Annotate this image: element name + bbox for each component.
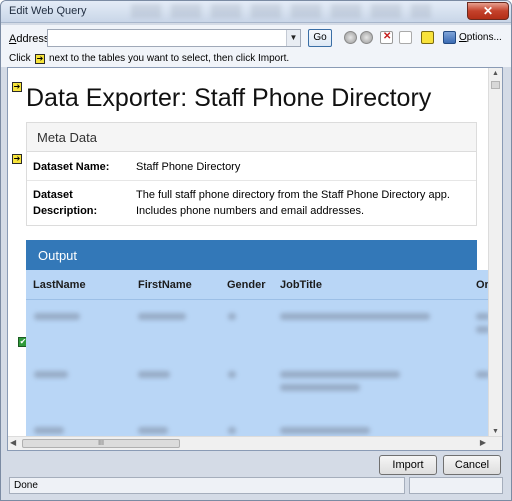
meta-value: Staff Phone Directory: [136, 161, 241, 173]
go-button[interactable]: Go: [308, 29, 332, 47]
options-icon[interactable]: [443, 31, 456, 44]
hint-click-label: Click: [9, 53, 31, 64]
vertical-scrollbar[interactable]: ▲ ▼: [488, 68, 502, 438]
address-dropdown-icon[interactable]: ▼: [286, 30, 300, 46]
window-title: Edit Web Query: [9, 5, 87, 17]
back-icon[interactable]: [344, 31, 357, 44]
meta-data-panel: Meta Data Dataset Name: Staff Phone Dire…: [26, 122, 477, 226]
vertical-scroll-thumb[interactable]: [491, 81, 500, 89]
scroll-left-icon[interactable]: ◀: [10, 438, 16, 447]
hint-text: next to the tables you want to select, t…: [49, 53, 290, 64]
status-main: Done: [9, 477, 405, 494]
column-header: Gender: [227, 279, 266, 291]
table-row: [26, 362, 490, 402]
column-header: JobTitle: [280, 279, 322, 291]
meta-value: The full staff phone directory from the …: [136, 189, 450, 217]
table-row: [26, 304, 490, 344]
table-arrow-icon: ➔: [35, 54, 45, 64]
meta-data-heading: Meta Data: [27, 123, 476, 152]
refresh-page-icon[interactable]: [399, 31, 412, 44]
stop-icon[interactable]: [380, 31, 393, 44]
meta-table-select-arrow-icon[interactable]: ➔: [12, 154, 22, 164]
table-row: [26, 418, 490, 438]
title-bar: Edit Web Query ✕: [1, 1, 511, 23]
web-content-frame[interactable]: ➔ Data Exporter: Staff Phone Directory ➔…: [7, 67, 503, 451]
meta-row-dataset-description: Dataset Description: The full staff phon…: [27, 181, 476, 225]
horizontal-scrollbar[interactable]: ◀ III ▶: [8, 436, 502, 450]
scroll-right-icon[interactable]: ▶: [480, 438, 486, 447]
column-header: FirstName: [138, 279, 192, 291]
status-text: Done: [14, 480, 38, 491]
horizontal-scroll-thumb[interactable]: III: [22, 439, 180, 448]
address-label: Address:: [9, 33, 53, 45]
title-bar-background-ghost: [131, 4, 431, 18]
hint-bar: Click ➔ next to the tables you want to s…: [1, 51, 511, 67]
edit-web-query-dialog: Edit Web Query ✕ Address: ▼ Go Options..…: [0, 0, 512, 501]
address-input[interactable]: ▼: [47, 29, 301, 47]
output-panel-heading: Output: [26, 240, 477, 270]
import-button[interactable]: Import: [379, 455, 437, 475]
show-icons-arrow-icon[interactable]: [421, 31, 434, 44]
scroll-up-icon[interactable]: ▲: [489, 68, 502, 80]
meta-key: Dataset Name:: [33, 161, 110, 173]
output-table-header: LastName FirstName Gender JobTitle Or: [26, 270, 490, 300]
column-header: LastName: [33, 279, 86, 291]
page-title: Data Exporter: Staff Phone Directory: [26, 84, 432, 112]
meta-key: Dataset Description:: [33, 189, 98, 217]
options-button[interactable]: Options...: [459, 32, 502, 43]
meta-row-dataset-name: Dataset Name: Staff Phone Directory: [27, 153, 476, 181]
address-toolbar: Address: ▼ Go Options...: [1, 25, 511, 51]
status-secondary: [409, 477, 503, 494]
output-table: LastName FirstName Gender JobTitle Or: [26, 270, 490, 438]
column-header: Or: [476, 279, 489, 291]
status-bar: Done: [5, 477, 507, 495]
page-select-arrow-icon[interactable]: ➔: [12, 82, 22, 92]
forward-icon[interactable]: [360, 31, 373, 44]
close-button[interactable]: ✕: [467, 2, 509, 20]
cancel-button[interactable]: Cancel: [443, 455, 501, 475]
